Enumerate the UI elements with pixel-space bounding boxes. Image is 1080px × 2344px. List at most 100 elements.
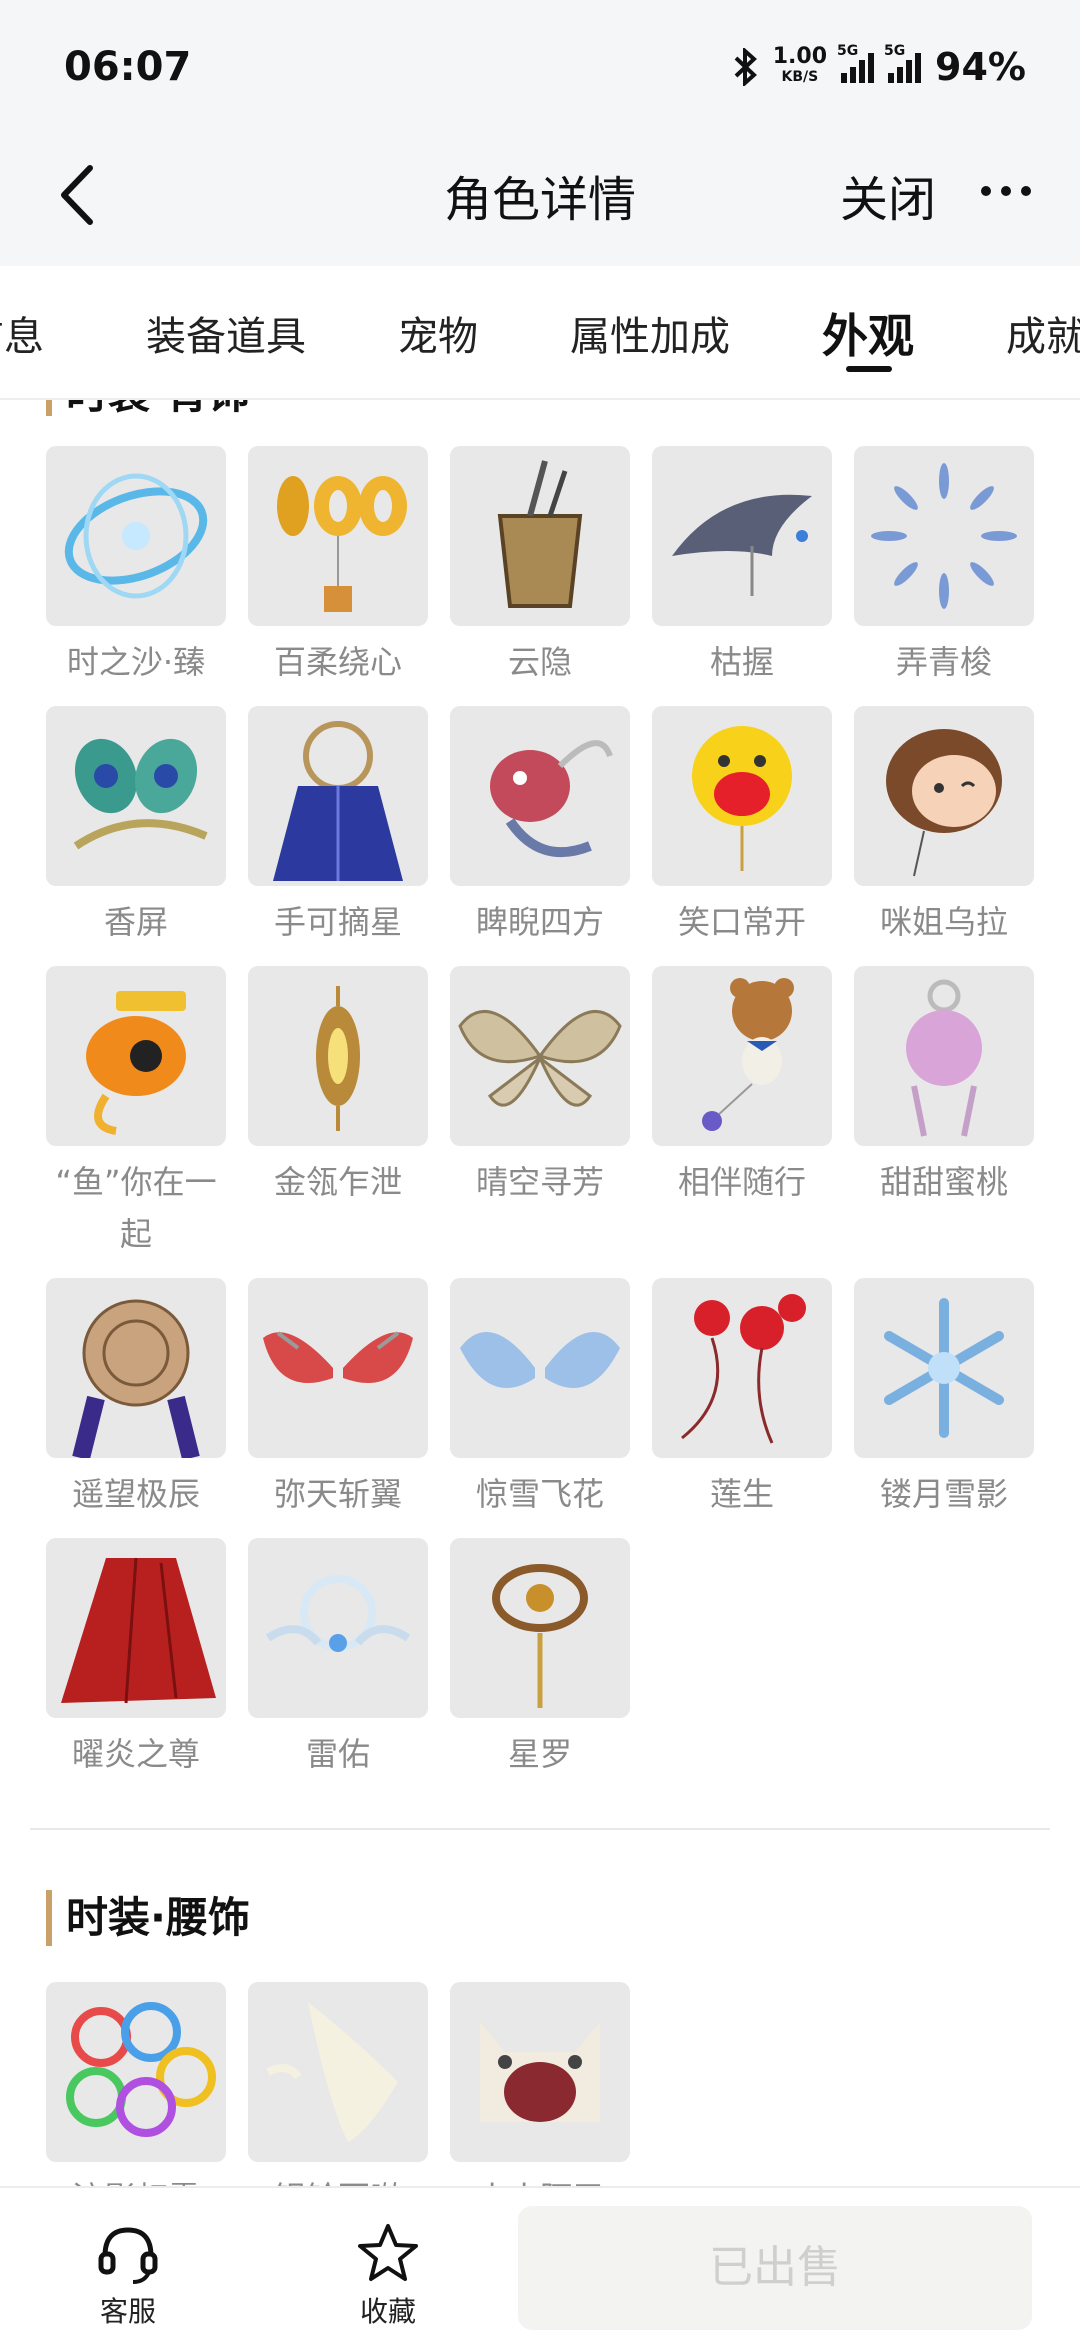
item-card[interactable]: 镂月雪影: [854, 1278, 1034, 1520]
item-card[interactable]: 弥天斩翼: [248, 1278, 428, 1520]
sold-button[interactable]: 已出售: [518, 2206, 1032, 2330]
blade-circle-icon: [871, 463, 1017, 609]
customer-service-button[interactable]: 客服: [68, 2218, 188, 2330]
item-name: 云隐: [507, 643, 572, 681]
item-card[interactable]: 弄青梭: [854, 446, 1034, 688]
item-name: 咪姐乌拉: [879, 903, 1008, 941]
item-card[interactable]: “鱼”你在一起: [46, 966, 226, 1260]
item-name: 睥睨四方: [475, 903, 604, 941]
item-name: 晴空寻芳: [475, 1163, 604, 1201]
box-swords-icon: [497, 460, 583, 608]
red-wings-icon: [263, 1331, 413, 1383]
item-card[interactable]: 金瓴乍泄: [248, 966, 428, 1208]
compass-sphere-icon: [72, 1299, 200, 1458]
item-card[interactable]: 枯握: [652, 446, 832, 688]
item-name: 莲生: [709, 1475, 774, 1513]
headset-icon: [98, 2227, 158, 2284]
item-name: 时之沙·臻: [66, 643, 206, 681]
rainbow-rings-icon: [66, 2002, 216, 2137]
section-title-back: 时装·背饰: [46, 400, 250, 418]
item-name: 相伴随行: [677, 1163, 806, 1201]
white-bird-icon: [266, 2002, 398, 2142]
tab-achievements[interactable]: 成就: [1006, 304, 1080, 362]
customer-service-label: 客服: [99, 2295, 156, 2328]
item-name: 遥望极辰: [71, 1475, 200, 1513]
bluetooth-icon: [734, 48, 757, 86]
item-card[interactable]: 时之沙·臻: [46, 446, 226, 688]
item-card[interactable]: 百柔绕心: [248, 446, 428, 688]
signal-icon: 5G: [837, 43, 875, 83]
item-card[interactable]: 晴空寻芳: [450, 966, 630, 1208]
cat-head-icon: [480, 2022, 600, 2122]
item-card[interactable]: 甜甜蜜桃: [854, 966, 1034, 1208]
peacock-feather-icon: [73, 738, 208, 850]
status-time: 06:07: [64, 44, 192, 90]
item-name: 星罗: [507, 1735, 572, 1773]
tab-equipment[interactable]: 装备道具: [146, 304, 306, 362]
status-bar: 06:07 1.00 KB/S 5G 5G 94%: [0, 0, 1080, 130]
tab-bar: 信息 装备道具 宠物 属性加成 外观 成就: [0, 266, 1080, 400]
ice-wings-icon: [460, 1332, 620, 1388]
item-card[interactable]: 遥望极辰: [46, 1278, 226, 1520]
battery-level: 94%: [935, 45, 1026, 89]
nav-header: 角色详情 关闭: [0, 130, 1080, 266]
item-name: “鱼”你在一起: [55, 1163, 217, 1253]
item-card[interactable]: 星罗: [450, 1538, 630, 1780]
item-name: 弄青梭: [895, 643, 992, 681]
section-divider: [30, 1828, 1050, 1830]
astrolabe-icon: [492, 1564, 588, 1708]
status-icons: 1.00 KB/S 5G 5G 94%: [733, 43, 1026, 90]
item-name: 惊雪飞花: [475, 1475, 604, 1513]
dragon-head-icon: [490, 740, 613, 858]
item-name: 金瓴乍泄: [273, 1163, 402, 1201]
item-name: 小小阿甲: [445, 2172, 635, 2186]
item-card[interactable]: 小小阿甲: [450, 1982, 630, 2186]
tab-attributes[interactable]: 属性加成: [570, 304, 730, 362]
item-card[interactable]: 雷佑: [248, 1538, 428, 1780]
bear-balloon-icon: [702, 978, 794, 1131]
hourglass-ring-icon: [64, 473, 208, 599]
item-card[interactable]: 手可摘星: [248, 706, 428, 948]
halo-ring-icon: [265, 1575, 411, 1652]
tab-active-indicator: [846, 366, 892, 372]
item-name: 镂月雪影: [879, 1475, 1008, 1513]
item-card[interactable]: 相伴随行: [652, 966, 832, 1208]
fairy-wings-icon: [458, 1009, 622, 1107]
item-name: 流影虹霓: [41, 2172, 231, 2186]
signal-icon-2: 5G: [884, 43, 922, 83]
star-cape-icon: [273, 721, 403, 881]
lotus-flower-icon: [681, 1294, 806, 1444]
item-card[interactable]: 惊雪飞花: [450, 1278, 630, 1520]
star-icon: [358, 2224, 418, 2281]
item-card[interactable]: 银铃百啭: [248, 1982, 428, 2186]
item-card[interactable]: 咪姐乌拉: [854, 706, 1034, 948]
tab-appearance[interactable]: 外观: [822, 300, 914, 366]
bottom-bar: 客服 收藏 已出售: [0, 2186, 1080, 2344]
more-icon[interactable]: [978, 176, 1034, 206]
girl-balloon-icon: [886, 729, 1002, 877]
peach-charm-icon: [906, 979, 982, 1137]
item-name: 弥天斩翼: [273, 1475, 402, 1513]
item-card[interactable]: 睥睨四方: [450, 706, 630, 948]
item-name: 手可摘星: [273, 903, 402, 941]
golden-lantern-icon: [316, 986, 360, 1131]
tab-info[interactable]: 信息: [0, 304, 44, 362]
favorite-label: 收藏: [359, 2295, 416, 2328]
item-card[interactable]: 流影虹霓: [46, 1982, 226, 2186]
item-card[interactable]: 莲生: [652, 1278, 832, 1520]
appearance-content[interactable]: 时装·背饰 时之沙·臻 百柔绕心 云隐 枯握 弄青梭 香屏: [0, 400, 1080, 2186]
item-name: 香屏: [103, 903, 168, 941]
close-button[interactable]: 关闭: [840, 160, 936, 230]
item-card[interactable]: 香屏: [46, 706, 226, 948]
item-name: 银铃百啭: [243, 2172, 433, 2186]
section-title-waist: 时装·腰饰: [46, 1890, 250, 1946]
item-card[interactable]: 曜炎之尊: [46, 1538, 226, 1780]
favorite-button[interactable]: 收藏: [328, 2218, 448, 2330]
tab-pets[interactable]: 宠物: [398, 304, 478, 362]
item-card[interactable]: 笑口常开: [652, 706, 832, 948]
smile-balloon-icon: [692, 726, 792, 871]
item-card[interactable]: 云隐: [450, 446, 630, 688]
item-name: 百柔绕心: [273, 643, 402, 681]
item-name: 雷佑: [305, 1735, 370, 1773]
red-cloak-icon: [61, 1557, 216, 1704]
